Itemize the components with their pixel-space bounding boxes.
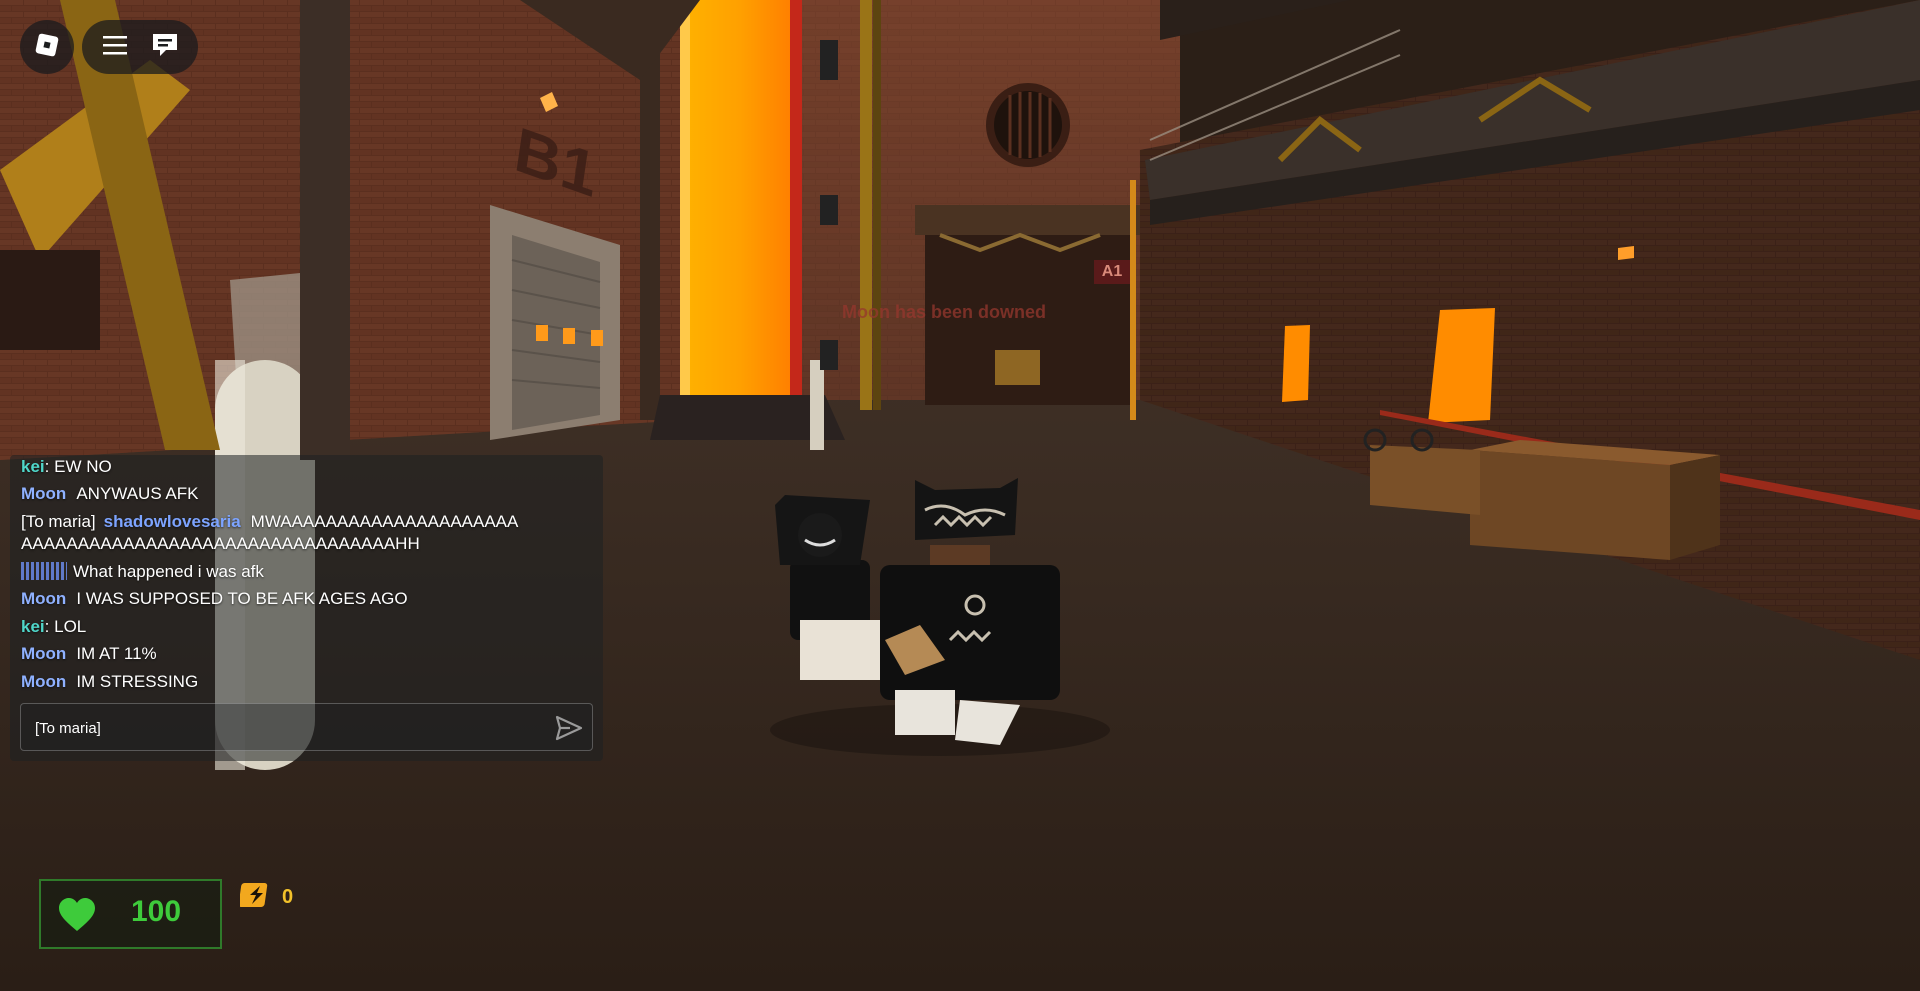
chat-log[interactable]: kei: EW NO Moon ANYWAUS AFK [To maria] sha… <box>21 455 593 695</box>
chat-toggle-button[interactable] <box>142 24 188 70</box>
chat-text: EW NO <box>54 456 112 476</box>
chat-message: [To maria] shadowlovesaria MWAAAAAAAAAAAAA… <box>21 508 593 558</box>
chat-input[interactable] <box>33 704 517 752</box>
topbar <box>20 20 198 74</box>
downed-notification: Moon has been downed <box>842 302 1047 322</box>
roblox-menu-button[interactable] <box>20 20 74 74</box>
obscured-username[interactable] <box>21 561 67 580</box>
chat-message: kei: LOL <box>21 613 593 641</box>
chat-username[interactable]: kei <box>21 617 45 636</box>
chat-username[interactable]: Moon <box>21 644 66 663</box>
chat-text: LOL <box>54 616 87 636</box>
chat-username[interactable]: Moon <box>21 484 66 503</box>
hamburger-menu-icon <box>101 34 129 60</box>
chat-separator: : <box>44 616 50 636</box>
chat-username[interactable]: kei <box>21 457 45 476</box>
chat-separator: : <box>44 456 50 476</box>
sign-a1: A1 <box>1094 260 1130 284</box>
chat-message: Moon IM STRESSING <box>21 668 593 696</box>
hamburger-menu-button[interactable] <box>92 24 138 70</box>
chat-text: ANYWAUS AFK <box>76 484 199 503</box>
chat-message: Moon ANYWAUS AFK <box>21 480 593 508</box>
currency-display: 0 <box>238 880 294 914</box>
health-value: 100 <box>131 895 182 928</box>
chat-message: Moon IM AT 11% <box>21 640 593 668</box>
chat-username[interactable]: shadowlovesaria <box>104 512 241 531</box>
chat-username[interactable]: Moon <box>21 672 66 691</box>
bolt-token-icon <box>238 880 272 914</box>
chat-window[interactable]: kei: EW NO Moon ANYWAUS AFK [To maria] sha… <box>10 455 603 761</box>
chat-message: Moon I WAS SUPPOSED TO BE AFK AGES AGO <box>21 585 593 613</box>
chat-text: IM STRESSING <box>76 671 199 691</box>
chat-text: What happened i was afk <box>73 561 264 581</box>
whisper-prefix: [To maria] <box>21 511 96 531</box>
currency-value: 0 <box>282 885 294 908</box>
chat-text: IM AT 11% <box>76 644 157 663</box>
chat-bubble-icon <box>150 31 180 63</box>
health-bar: 100 <box>39 879 222 949</box>
menu-chat-group <box>82 20 198 74</box>
chat-message: kei: EW NO <box>21 455 593 480</box>
roblox-logo-icon <box>34 32 60 62</box>
chat-username[interactable]: Moon <box>21 589 66 608</box>
chat-message: What happened i was afk <box>21 558 593 586</box>
chat-text: I WAS SUPPOSED TO BE AFK AGES AGO <box>76 589 408 608</box>
send-arrow-icon <box>554 715 584 747</box>
chat-text: MWAAAAAAAAAAAAAAAAAAAAA <box>250 511 519 531</box>
chat-input-box[interactable] <box>20 703 593 752</box>
send-button[interactable] <box>554 713 584 743</box>
chat-text-continued: AAAAAAAAAAAAAAAAAAAAAAAAAAAAAAAAAHH <box>21 533 420 553</box>
heart-icon <box>57 897 97 937</box>
